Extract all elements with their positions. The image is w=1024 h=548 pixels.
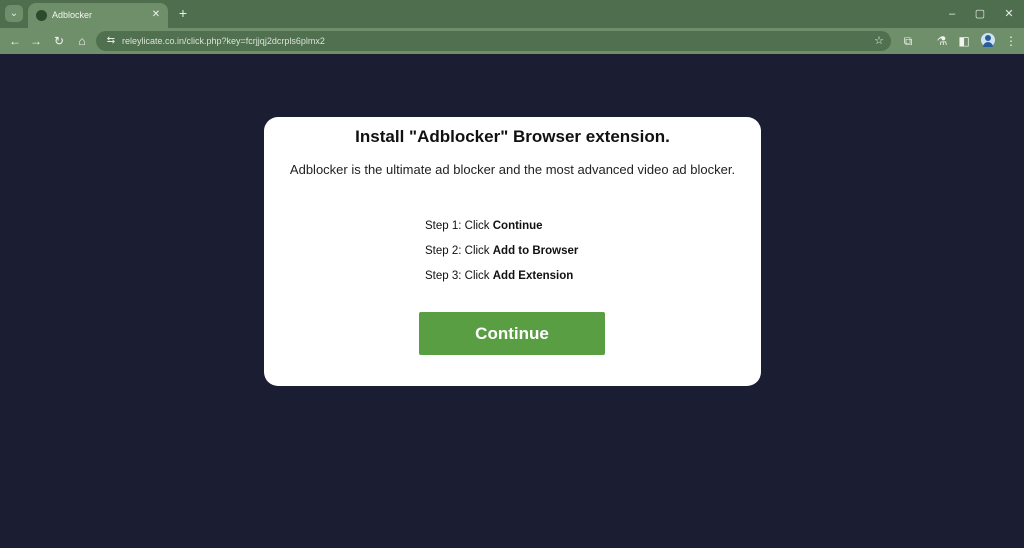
browser-window: ⌄ Adblocker ✕ + – ▢ ✕ ← → ↻ ⌂ ⇆ releylic… [0, 0, 1024, 548]
step-1: Step 1: Click Continue [425, 219, 725, 244]
home-icon[interactable]: ⌂ [74, 33, 90, 49]
tab-strip: ⌄ Adblocker ✕ + – ▢ ✕ [0, 0, 1024, 28]
close-tab-icon[interactable]: ✕ [150, 9, 162, 21]
profile-avatar-icon[interactable] [981, 33, 995, 47]
url-text[interactable]: releylicate.co.in/click.php?key=fcrjjqj2… [122, 31, 325, 51]
install-dialog: Install "Adblocker" Browser extension. A… [264, 117, 761, 386]
maximize-icon[interactable]: ▢ [973, 7, 987, 21]
new-tab-icon[interactable]: + [176, 6, 190, 20]
side-panel-icon[interactable]: ◧ [956, 33, 972, 49]
bookmark-star-icon[interactable]: ☆ [872, 34, 886, 48]
back-icon[interactable]: ← [7, 33, 23, 49]
page-content: Install "Adblocker" Browser extension. A… [0, 54, 1024, 548]
tab-title: Adblocker [52, 10, 93, 20]
step-1-action: Continue [492, 220, 543, 232]
close-window-icon[interactable]: ✕ [1002, 7, 1016, 21]
site-info-icon[interactable]: ⇆ [104, 34, 118, 48]
tab-search-icon[interactable]: ⌄ [5, 5, 23, 22]
step-2-action: Add to Browser [492, 245, 579, 257]
address-bar[interactable]: ⇆ releylicate.co.in/click.php?key=fcrjjq… [96, 31, 891, 51]
tab-adblocker[interactable]: Adblocker ✕ [28, 3, 168, 28]
reload-icon[interactable]: ↻ [51, 33, 67, 49]
step-3-prefix: Step 3: Click [425, 270, 493, 282]
continue-button[interactable]: Continue [419, 312, 605, 355]
labs-icon[interactable]: ⚗ [934, 33, 950, 49]
step-3-action: Add Extension [492, 270, 574, 282]
menu-icon[interactable]: ⋮ [1003, 33, 1019, 49]
step-2-prefix: Step 2: Click [425, 245, 493, 257]
forward-icon[interactable]: → [28, 33, 44, 49]
avatar-head [985, 35, 991, 41]
extensions-icon[interactable]: ⧉ [900, 33, 916, 49]
browser-toolbar: ← → ↻ ⌂ ⇆ releylicate.co.in/click.php?ke… [0, 28, 1024, 54]
step-2: Step 2: Click Add to Browser [425, 244, 725, 269]
page-subtitle: Adblocker is the ultimate ad blocker and… [289, 162, 736, 177]
page-title: Install "Adblocker" Browser extension. [355, 127, 670, 146]
step-1-prefix: Step 1: Click [425, 220, 493, 232]
avatar-body [983, 42, 993, 47]
step-3: Step 3: Click Add Extension [425, 269, 725, 294]
steps-list: Step 1: Click Continue Step 2: Click Add… [425, 219, 725, 294]
favicon-icon [36, 10, 47, 21]
minimize-icon[interactable]: – [945, 7, 959, 21]
